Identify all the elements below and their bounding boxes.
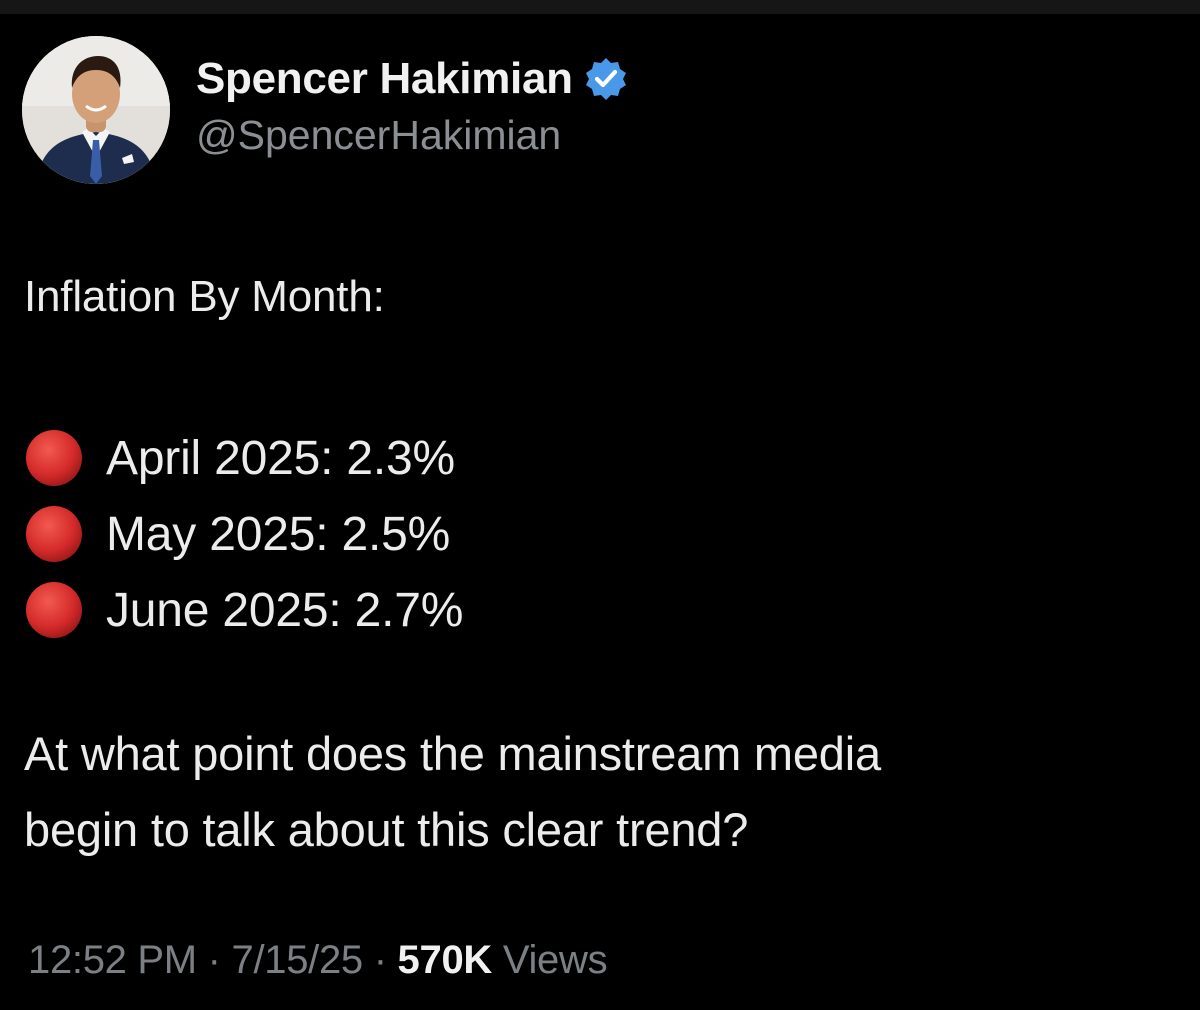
list-item: June 2025: 2.7% xyxy=(24,572,463,648)
meta-separator: · xyxy=(373,938,387,982)
question-line: At what point does the mainstream media xyxy=(24,727,881,780)
views-label: Views xyxy=(502,938,608,982)
bullet-text: June 2025: 2.7% xyxy=(106,583,464,637)
tweet-date[interactable]: 7/15/25 xyxy=(232,938,364,982)
list-item: April 2025: 2.3% xyxy=(24,420,463,496)
tweet-bullet-list: April 2025: 2.3% May 2025: 2.5% June 202… xyxy=(24,420,463,648)
views-count[interactable]: 570K xyxy=(398,938,493,982)
top-edge-strip xyxy=(0,0,1200,14)
tweet-headline: Inflation By Month: xyxy=(24,272,385,321)
red-circle-icon xyxy=(26,430,82,486)
avatar-photo xyxy=(22,36,170,184)
bullet-text: April 2025: 2.3% xyxy=(106,431,456,485)
tweet-time[interactable]: 12:52 PM xyxy=(28,938,197,982)
avatar[interactable] xyxy=(22,36,170,184)
red-circle-icon xyxy=(26,506,82,562)
red-circle-icon xyxy=(26,582,82,638)
bullet-text: May 2025: 2.5% xyxy=(106,507,451,561)
verified-badge-icon[interactable] xyxy=(583,56,629,102)
meta-separator: · xyxy=(207,938,221,982)
question-line: begin to talk about this clear trend? xyxy=(24,803,749,856)
author-display-name[interactable]: Spencer Hakimian xyxy=(196,54,573,104)
author-handle[interactable]: @SpencerHakimian xyxy=(196,112,561,159)
list-item: May 2025: 2.5% xyxy=(24,496,463,572)
tweet-question: At what point does the mainstream media … xyxy=(24,716,881,868)
tweet-meta: 12:52 PM · 7/15/25 · 570K Views xyxy=(28,938,608,983)
author-name-row: Spencer Hakimian xyxy=(196,52,629,106)
